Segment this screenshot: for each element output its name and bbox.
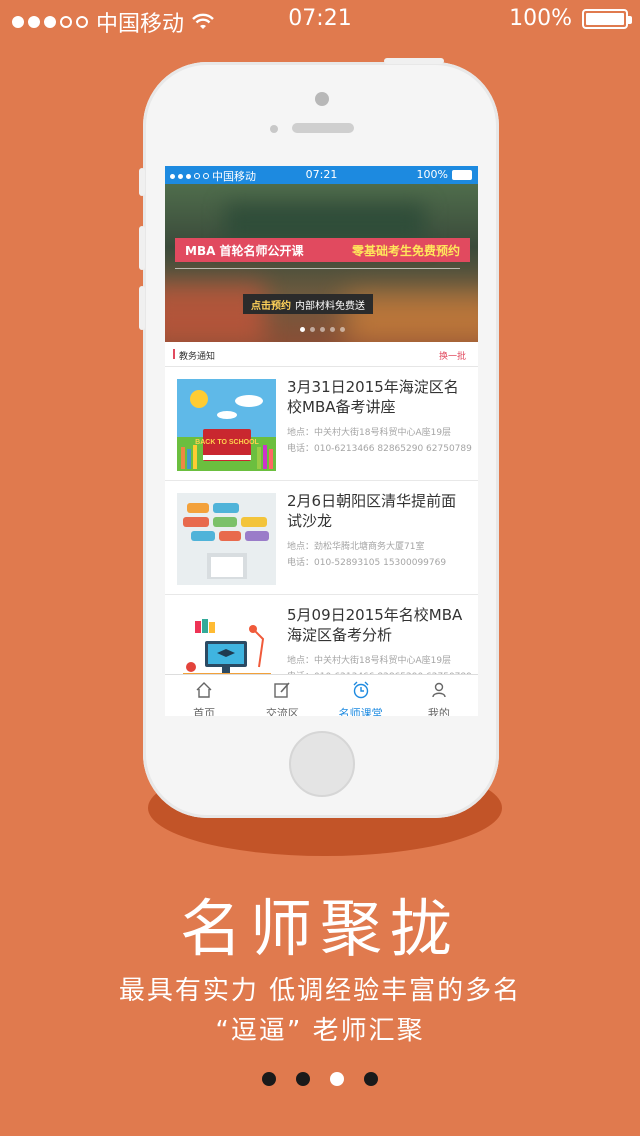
- page-headline: 名师聚拢: [179, 892, 460, 965]
- pager-dot[interactable]: [330, 1072, 344, 1086]
- user-icon: [432, 682, 446, 698]
- item-phone: 电话：010-6213466 82865290 62750789: [287, 444, 472, 454]
- ribbon-right-text: 零基础考生免费预约: [351, 243, 460, 258]
- page-subtitle-line2: “逗逼” 老师汇聚: [215, 1016, 425, 1046]
- section-title: 教务通知: [179, 352, 216, 362]
- banner-pager[interactable]: [300, 327, 345, 332]
- cta-text: 内部材料免费送: [295, 300, 365, 312]
- thumbnail-text: BACK TO SCHOOL: [195, 439, 259, 446]
- tab-forum-label: 交流区: [265, 707, 299, 716]
- power-button: [384, 58, 444, 64]
- mute-switch: [139, 168, 145, 196]
- edit-icon: [274, 682, 290, 698]
- item-title: 5月09日2015年名校MBA海淀区备考分析: [287, 606, 463, 644]
- tab-mine-label: 我的: [427, 707, 450, 716]
- pager-dot[interactable]: [364, 1072, 378, 1086]
- banner-cta-button[interactable]: 点击预约 内部材料免费送: [243, 294, 373, 314]
- page-subtitle-line1: 最具有实力 低调经验丰富的多名: [118, 976, 522, 1006]
- onboarding-pager[interactable]: [0, 1072, 640, 1086]
- earpiece-speaker: [292, 123, 354, 133]
- volume-up-button: [139, 226, 145, 270]
- cta-highlight: 点击预约: [251, 300, 291, 312]
- status-bar: 中国移动 07:21 100%: [0, 0, 640, 40]
- volume-down-button: [139, 286, 145, 330]
- banner-pager-dot[interactable]: [340, 327, 345, 332]
- status-right: 100%: [509, 6, 632, 31]
- inner-battery-icon: [452, 169, 472, 180]
- battery-icon: [582, 8, 632, 29]
- tab-classroom[interactable]: 名师课堂: [322, 675, 400, 716]
- inner-status-right: 100%: [417, 168, 472, 181]
- item-address: 地点：劲松华腾北塘商务大厦71室: [287, 542, 425, 552]
- refresh-link[interactable]: 换一批: [439, 349, 466, 362]
- pager-dot[interactable]: [296, 1072, 310, 1086]
- tab-mine[interactable]: 我的: [400, 675, 478, 716]
- ribbon-left-text: MBA 首轮名师公开课: [185, 243, 304, 258]
- banner-divider: [175, 268, 460, 269]
- battery-percent: 100%: [509, 6, 572, 31]
- alarm-clock-icon: [353, 681, 369, 699]
- tab-forum[interactable]: 交流区: [243, 675, 321, 716]
- banner-pager-dot[interactable]: [330, 327, 335, 332]
- list-item[interactable]: 2月6日朝阳区清华提前面试沙龙 地点：劲松华腾北塘商务大厦71室 电话：010-…: [165, 481, 478, 595]
- speech-bubbles-thumbnail: [177, 493, 276, 585]
- tab-bar: 首页 交流区 名师课堂 我的: [165, 674, 478, 716]
- tab-home-label: 首页: [193, 707, 216, 716]
- item-title: 2月6日朝阳区清华提前面试沙龙: [287, 492, 457, 530]
- inner-battery-percent: 100%: [416, 168, 448, 181]
- item-address: 地点：中关村大街18号科贸中心A座19层: [287, 428, 452, 438]
- front-camera-icon: [315, 92, 329, 106]
- phone-screen: 中国移动 07:21 100% MBA 首轮名师公开课 零基础考生免费预约 点击…: [165, 166, 478, 716]
- section-header: 教务通知 换一批: [165, 342, 478, 367]
- inner-status-bar: 中国移动 07:21 100%: [165, 166, 478, 184]
- back-to-school-thumbnail: BACK TO SCHOOL: [177, 379, 276, 471]
- item-address: 地点：中关村大街18号科贸中心A座19层: [287, 656, 452, 666]
- banner-pager-dot[interactable]: [320, 327, 325, 332]
- banner-pager-dot[interactable]: [310, 327, 315, 332]
- banner-pager-dot[interactable]: [300, 327, 305, 332]
- promo-banner[interactable]: MBA 首轮名师公开课 零基础考生免费预约 点击预约 内部材料免费送: [165, 184, 478, 342]
- proximity-sensor: [270, 125, 278, 133]
- home-button: [289, 731, 355, 797]
- item-title: 3月31日2015年海淀区名校MBA备考讲座: [287, 378, 459, 416]
- tab-classroom-label: 名师课堂: [338, 707, 383, 716]
- list-item[interactable]: BACK TO SCHOOL 3月31日2015年海淀区名校MBA备考讲座 地点…: [165, 367, 478, 481]
- home-icon: [196, 682, 212, 698]
- item-phone: 电话：010-52893105 15300099769: [287, 558, 447, 568]
- pager-dot[interactable]: [262, 1072, 276, 1086]
- banner-ribbon: MBA 首轮名师公开课 零基础考生免费预约: [175, 238, 470, 262]
- tab-home[interactable]: 首页: [165, 675, 243, 716]
